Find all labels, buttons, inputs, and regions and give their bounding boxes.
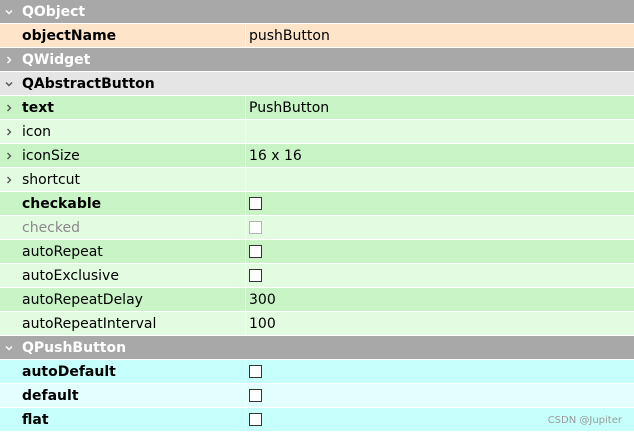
- property-row-text[interactable]: text PushButton: [0, 96, 634, 119]
- column-divider: [245, 192, 246, 215]
- category-label: QAbstractButton: [22, 75, 155, 92]
- property-name: checkable: [22, 195, 102, 212]
- property-row-default[interactable]: default: [0, 384, 634, 407]
- property-row-autoexclusive[interactable]: autoExclusive: [0, 264, 634, 287]
- column-divider: [245, 288, 246, 311]
- property-row-flat[interactable]: flat: [0, 408, 634, 431]
- category-label: QObject: [22, 3, 86, 20]
- property-name: checked: [22, 219, 80, 236]
- row-gutter: [0, 192, 18, 215]
- property-value[interactable]: PushButton: [246, 96, 634, 119]
- property-name: autoExclusive: [22, 267, 119, 284]
- category-qobject[interactable]: QObject: [0, 0, 634, 23]
- category-qabstractbutton[interactable]: QAbstractButton: [0, 72, 634, 95]
- property-name: autoRepeatInterval: [22, 315, 157, 332]
- column-divider: [245, 264, 246, 287]
- row-gutter: [0, 24, 18, 47]
- property-value[interactable]: [246, 168, 634, 191]
- column-divider: [245, 216, 246, 239]
- expand-chevron-icon[interactable]: [0, 168, 18, 191]
- autodefault-checkbox[interactable]: [249, 365, 262, 378]
- property-row-autorepeatinterval[interactable]: autoRepeatInterval 100: [0, 312, 634, 335]
- property-value: [246, 384, 634, 407]
- property-name: autoDefault: [22, 363, 116, 380]
- property-value[interactable]: [246, 120, 634, 143]
- row-gutter: [0, 288, 18, 311]
- watermark: CSDN @Jupiter: [547, 415, 622, 426]
- column-divider: [245, 144, 246, 167]
- property-row-objectname[interactable]: objectName pushButton: [0, 24, 634, 47]
- property-name: autoRepeatDelay: [22, 291, 143, 308]
- property-name: autoRepeat: [22, 243, 103, 260]
- default-checkbox[interactable]: [249, 389, 262, 402]
- row-gutter: [0, 408, 18, 431]
- column-divider: [245, 360, 246, 383]
- property-name: iconSize: [22, 147, 80, 164]
- property-row-autorepeat[interactable]: autoRepeat: [0, 240, 634, 263]
- autoexclusive-checkbox[interactable]: [249, 269, 262, 282]
- property-value[interactable]: pushButton: [246, 24, 634, 47]
- column-divider: [245, 168, 246, 191]
- expand-icon[interactable]: [0, 48, 18, 71]
- property-value: [246, 240, 634, 263]
- collapse-icon[interactable]: [0, 336, 18, 359]
- category-qwidget[interactable]: QWidget: [0, 48, 634, 71]
- property-row-autodefault[interactable]: autoDefault: [0, 360, 634, 383]
- row-gutter: [0, 216, 18, 239]
- collapse-icon[interactable]: [0, 72, 18, 95]
- property-name: text: [22, 99, 54, 116]
- property-name: icon: [22, 123, 52, 140]
- property-row-iconsize[interactable]: iconSize 16 x 16: [0, 144, 634, 167]
- row-gutter: [0, 264, 18, 287]
- property-editor: QObject objectName pushButton QWidget QA…: [0, 0, 634, 432]
- row-gutter: [0, 384, 18, 407]
- property-name: objectName: [22, 27, 117, 44]
- expand-chevron-icon[interactable]: [0, 96, 18, 119]
- row-gutter: [0, 360, 18, 383]
- property-value: [246, 264, 634, 287]
- expand-chevron-icon[interactable]: [0, 144, 18, 167]
- column-divider: [245, 96, 246, 119]
- category-label: QPushButton: [22, 339, 127, 356]
- row-gutter: [0, 312, 18, 335]
- property-name: default: [22, 387, 79, 404]
- category-qpushbutton[interactable]: QPushButton: [0, 336, 634, 359]
- property-row-icon[interactable]: icon: [0, 120, 634, 143]
- property-row-autorepeatdelay[interactable]: autoRepeatDelay 300: [0, 288, 634, 311]
- column-divider: [245, 408, 246, 431]
- property-value[interactable]: 16 x 16: [246, 144, 634, 167]
- property-value[interactable]: 300: [246, 288, 634, 311]
- property-name: shortcut: [22, 171, 81, 188]
- property-value[interactable]: 100: [246, 312, 634, 335]
- checkable-checkbox[interactable]: [249, 197, 262, 210]
- property-name: flat: [22, 411, 49, 428]
- property-value: [246, 360, 634, 383]
- column-divider: [245, 24, 246, 47]
- collapse-icon[interactable]: [0, 0, 18, 23]
- column-divider: [245, 120, 246, 143]
- property-row-checked: checked: [0, 216, 634, 239]
- property-row-shortcut[interactable]: shortcut: [0, 168, 634, 191]
- row-gutter: [0, 240, 18, 263]
- category-label: QWidget: [22, 51, 91, 68]
- flat-checkbox[interactable]: [249, 413, 262, 426]
- property-value: [246, 216, 634, 239]
- column-divider: [245, 312, 246, 335]
- property-value: [246, 192, 634, 215]
- checked-checkbox: [249, 221, 262, 234]
- property-row-checkable[interactable]: checkable: [0, 192, 634, 215]
- expand-chevron-icon[interactable]: [0, 120, 18, 143]
- column-divider: [245, 240, 246, 263]
- autorepeat-checkbox[interactable]: [249, 245, 262, 258]
- column-divider: [245, 384, 246, 407]
